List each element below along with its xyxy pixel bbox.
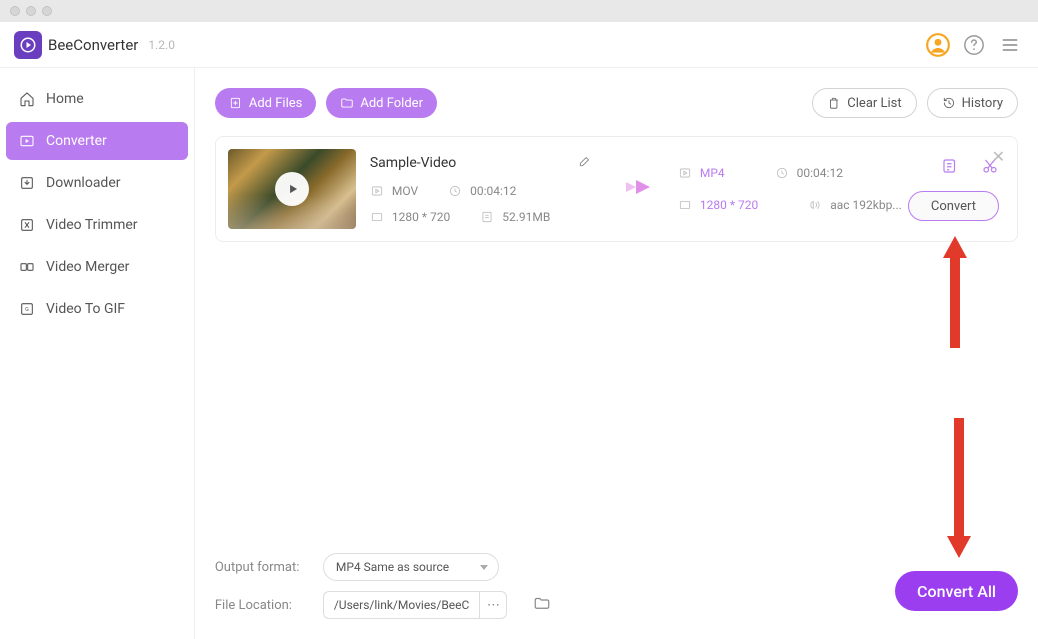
svg-text:G: G: [25, 307, 29, 313]
sidebar-item-label: Video Trimmer: [46, 217, 138, 233]
downloader-icon: [18, 175, 36, 191]
converter-icon: [18, 133, 36, 149]
select-value: MP4 Same as source: [336, 560, 449, 574]
source-size: 52.91MB: [502, 210, 550, 224]
add-files-button[interactable]: Add Files: [215, 88, 316, 118]
source-resolution: 1280 * 720: [392, 210, 450, 224]
sidebar-item-merger[interactable]: Video Merger: [6, 248, 188, 286]
sidebar-item-gif[interactable]: G Video To GIF: [6, 290, 188, 328]
button-label: Convert All: [917, 582, 996, 601]
button-label: Clear List: [847, 96, 901, 111]
sidebar-item-label: Video To GIF: [46, 301, 125, 317]
button-label: History: [962, 96, 1003, 111]
output-audio: aac 192kbp...: [830, 198, 902, 212]
video-thumbnail[interactable]: [228, 149, 356, 229]
sidebar-item-converter[interactable]: Converter: [6, 122, 188, 160]
app-header: BeeConverter 1.2.0: [0, 22, 1038, 68]
output-format[interactable]: MP4: [700, 166, 725, 180]
main-panel: Add Files Add Folder Clear List History …: [195, 68, 1038, 639]
edit-name-icon[interactable]: [578, 154, 592, 172]
sidebar-item-label: Home: [46, 91, 84, 107]
play-icon: [275, 172, 309, 206]
menu-icon[interactable]: [996, 31, 1024, 59]
sidebar-item-home[interactable]: Home: [6, 80, 188, 118]
maximize-window-icon[interactable]: [42, 6, 52, 16]
account-icon[interactable]: [924, 31, 952, 59]
file-name: Sample-Video: [370, 155, 456, 171]
button-label: Add Folder: [360, 96, 423, 111]
button-label: Add Files: [249, 96, 302, 111]
sidebar-item-trimmer[interactable]: Video Trimmer: [6, 206, 188, 244]
sidebar-item-label: Converter: [46, 133, 107, 149]
file-card: ✕ Sample-Video MOV 00:04:12: [215, 136, 1018, 242]
path-value: /Users/link/Movies/BeeC: [334, 598, 469, 612]
home-icon: [18, 91, 36, 107]
add-folder-button[interactable]: Add Folder: [326, 88, 437, 118]
sidebar-item-label: Downloader: [46, 175, 121, 191]
source-format: MOV: [392, 184, 418, 198]
output-format-label: Output format:: [215, 560, 305, 575]
more-options-button[interactable]: ⋯: [479, 591, 507, 619]
toolbar: Add Files Add Folder Clear List History: [215, 88, 1018, 118]
convert-all-button[interactable]: Convert All: [895, 571, 1018, 611]
window-titlebar: [0, 0, 1038, 22]
file-location-label: File Location:: [215, 598, 305, 613]
button-label: Convert: [931, 199, 976, 214]
output-format-select[interactable]: MP4 Same as source: [323, 553, 499, 581]
output-resolution[interactable]: 1280 * 720: [700, 198, 758, 212]
minimize-window-icon[interactable]: [26, 6, 36, 16]
sidebar-item-downloader[interactable]: Downloader: [6, 164, 188, 202]
trimmer-icon: [18, 217, 36, 233]
sidebar-item-label: Video Merger: [46, 259, 129, 275]
close-icon[interactable]: ✕: [992, 147, 1005, 166]
subtitle-icon[interactable]: [941, 157, 959, 179]
arrow-icon: [624, 176, 654, 202]
source-duration: 00:04:12: [470, 184, 516, 198]
clear-list-button[interactable]: Clear List: [812, 88, 916, 118]
app-version: 1.2.0: [148, 38, 175, 52]
sidebar: Home Converter Downloader Video Trimmer …: [0, 68, 195, 639]
help-icon[interactable]: [960, 31, 988, 59]
gif-icon: G: [18, 301, 36, 317]
app-title: BeeConverter: [48, 36, 138, 54]
app-logo-icon: [14, 31, 42, 59]
history-button[interactable]: History: [927, 88, 1018, 118]
convert-button[interactable]: Convert: [908, 191, 999, 221]
merger-icon: [18, 259, 36, 275]
close-window-icon[interactable]: [10, 6, 20, 16]
file-location-input[interactable]: /Users/link/Movies/BeeC: [323, 591, 479, 619]
annotation-arrow-icon: [939, 408, 979, 568]
output-duration: 00:04:12: [797, 166, 843, 180]
open-folder-icon[interactable]: [533, 594, 551, 616]
